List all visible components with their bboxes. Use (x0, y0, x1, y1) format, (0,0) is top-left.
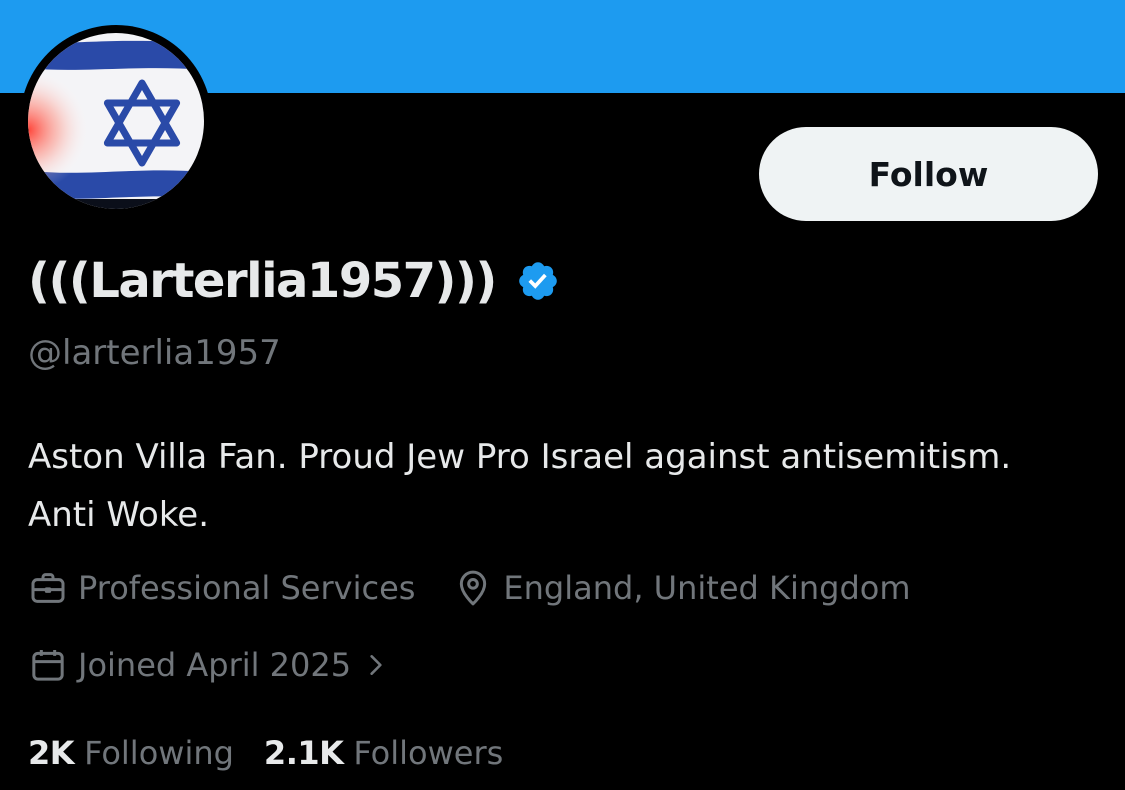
avatar[interactable] (20, 25, 212, 217)
location-pin-icon (460, 570, 487, 606)
location-label: England, United Kingdom (503, 569, 911, 607)
briefcase-icon (31, 573, 65, 603)
follow-stats: 2K Following 2.1K Followers (28, 731, 503, 775)
profile-bio: Aston Villa Fan. Proud Jew Pro Israel ag… (28, 437, 1012, 535)
israel-flag-avatar (28, 33, 204, 209)
joined-link[interactable]: Joined April 2025 (28, 643, 389, 687)
joined-row: Joined April 2025 (28, 643, 389, 687)
profile-page: Follow (((Larterlia1957))) @larterlia195… (0, 0, 1125, 790)
location-item: England, United Kingdom (453, 566, 911, 610)
category-label: Professional Services (78, 569, 416, 607)
user-handle: @larterlia1957 (28, 333, 281, 373)
category-item: Professional Services (28, 566, 415, 610)
display-name-row: (((Larterlia1957))) (28, 248, 560, 314)
display-name: (((Larterlia1957))) (28, 253, 497, 309)
followers-label: Followers (353, 734, 504, 772)
following-count: 2K (28, 734, 75, 772)
follow-button[interactable]: Follow (759, 127, 1098, 221)
followers-count: 2.1K (263, 734, 344, 772)
chevron-right-icon (370, 655, 382, 675)
joined-label: Joined April 2025 (78, 646, 352, 684)
followers-stat[interactable]: 2.1K Followers (264, 731, 503, 775)
verified-badge-icon[interactable] (516, 259, 560, 303)
following-stat[interactable]: 2K Following (28, 731, 234, 775)
calendar-icon (32, 650, 64, 681)
profile-meta-row: Professional Services England, United Ki… (28, 566, 911, 610)
following-label: Following (84, 734, 234, 772)
